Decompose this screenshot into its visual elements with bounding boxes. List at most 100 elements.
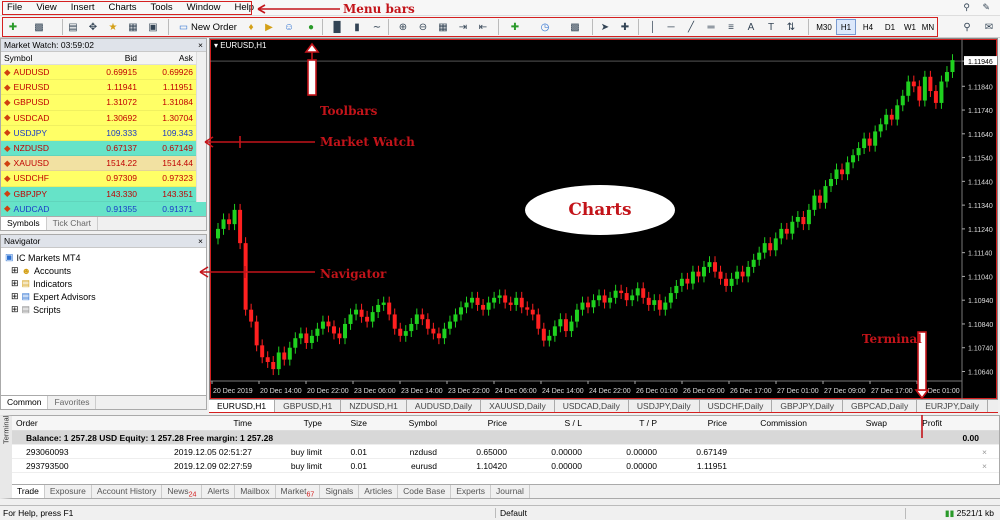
market-icon[interactable]: ● bbox=[304, 20, 318, 34]
market-watch-row[interactable]: ◆ USDCAD 1.30692 1.30704 bbox=[1, 110, 206, 126]
terminal-column[interactable]: Time bbox=[152, 418, 252, 428]
expand-icon[interactable]: ⊞ bbox=[11, 265, 19, 276]
tester-icon[interactable]: ▣ bbox=[146, 20, 160, 34]
market-watch-row[interactable]: ◆ NZDUSD 0.67137 0.67149 bbox=[1, 140, 206, 157]
chart-tab[interactable]: GBPJPY,Daily bbox=[772, 400, 844, 412]
navigator-root[interactable]: ▣ IC Markets MT4 bbox=[5, 251, 202, 264]
chart-tab[interactable]: GBPCAD,Daily bbox=[843, 400, 918, 412]
order-row[interactable]: 293060093 2019.12.05 02:51:27 buy limit 0.0… bbox=[12, 445, 999, 459]
vertical-line-icon[interactable]: │ bbox=[646, 20, 660, 34]
zoom-in-icon[interactable]: ⊕ bbox=[396, 20, 410, 34]
column-symbol[interactable]: Symbol bbox=[1, 53, 81, 63]
terminal-column[interactable]: Size bbox=[322, 418, 367, 428]
terminal-tab[interactable]: Mailbox bbox=[235, 485, 276, 498]
horizontal-line-icon[interactable]: ─ bbox=[664, 20, 678, 34]
search-icon[interactable]: ⚲ bbox=[960, 20, 974, 34]
terminal-tab[interactable]: Alerts bbox=[202, 485, 236, 498]
chart-tab[interactable]: XAUUSD,Daily bbox=[481, 400, 555, 412]
terminal-tab[interactable]: Market67 bbox=[276, 485, 321, 499]
market-watch-scrollbar[interactable] bbox=[196, 52, 206, 202]
terminal-tab[interactable]: Experts bbox=[451, 485, 492, 498]
message-icon[interactable]: ✉ bbox=[982, 20, 996, 34]
expand-icon[interactable]: ⊞ bbox=[11, 304, 19, 315]
column-ask[interactable]: Ask bbox=[137, 53, 193, 63]
terminal-tab[interactable]: Exposure bbox=[45, 485, 92, 498]
terminal-tab[interactable]: Journal bbox=[491, 485, 530, 498]
bar-chart-icon[interactable]: █ bbox=[330, 20, 344, 34]
chart-tab[interactable]: GBPUSD,H1 bbox=[275, 400, 342, 412]
terminal-tab[interactable]: Signals bbox=[320, 485, 360, 498]
timeframe-mn[interactable]: MN bbox=[918, 19, 938, 35]
chart-tab[interactable]: USDCHF,Daily bbox=[700, 400, 773, 412]
terminal-column[interactable]: Swap bbox=[807, 418, 887, 428]
cursor-icon[interactable]: ➤ bbox=[598, 20, 612, 34]
profiles-icon[interactable]: ▩ bbox=[32, 20, 46, 34]
candlestick-icon[interactable]: ▮ bbox=[350, 20, 364, 34]
column-bid[interactable]: Bid bbox=[81, 53, 137, 63]
chart-tab[interactable]: EURJPY,Daily bbox=[917, 400, 988, 412]
expand-icon[interactable]: ⊞ bbox=[11, 278, 19, 289]
terminal-column[interactable]: Order bbox=[12, 418, 152, 428]
meta-editor-icon[interactable]: ♦ bbox=[244, 20, 258, 34]
timeframe-h4[interactable]: H4 bbox=[858, 19, 878, 35]
chart-tab[interactable]: AUDUSD,Daily bbox=[407, 400, 482, 412]
terminal-column[interactable]: Type bbox=[252, 418, 322, 428]
chart-tab[interactable]: NZDUSD,H1 bbox=[341, 400, 407, 412]
tab-tick-chart[interactable]: Tick Chart bbox=[47, 217, 99, 230]
search-icon[interactable]: ⚲ bbox=[963, 2, 970, 13]
terminal-column[interactable]: Price bbox=[437, 418, 507, 428]
terminal-tab[interactable]: News24 bbox=[162, 485, 203, 499]
arrows-icon[interactable]: ⇅ bbox=[784, 20, 798, 34]
order-row[interactable]: 293793500 2019.12.09 02:27:59 buy limit 0.0… bbox=[12, 459, 999, 473]
market-watch-row[interactable]: ◆ USDCHF 0.97309 0.97323 bbox=[1, 171, 206, 187]
trendline-icon[interactable]: ╱ bbox=[684, 20, 698, 34]
chart-tab[interactable]: EURUSD,H1 bbox=[209, 400, 276, 412]
market-watch-row[interactable]: ◆ AUDUSD 0.69915 0.69926 bbox=[1, 65, 206, 81]
navigator-item-accounts[interactable]: ⊞ ☻ Accounts bbox=[5, 264, 202, 277]
tab-favorites[interactable]: Favorites bbox=[48, 396, 97, 409]
chart-tab[interactable]: USDCAD,Daily bbox=[555, 400, 629, 412]
terminal-tab[interactable]: Trade bbox=[12, 485, 45, 498]
chat-icon[interactable]: ✎ bbox=[982, 2, 990, 13]
navigator-item-indicators[interactable]: ⊞ ▤ Indicators bbox=[5, 277, 202, 290]
terminal-column[interactable]: Symbol bbox=[367, 418, 437, 428]
terminal-icon[interactable]: ▦ bbox=[126, 20, 140, 34]
terminal-tab[interactable]: Code Base bbox=[398, 485, 452, 498]
terminal-column[interactable]: S / L bbox=[507, 418, 582, 428]
terminal-tab[interactable]: Articles bbox=[359, 485, 399, 498]
timeframe-m30[interactable]: M30 bbox=[814, 19, 834, 35]
signals-icon[interactable]: ☺ bbox=[282, 20, 296, 34]
market-watch-row[interactable]: ◆ EURUSD 1.11941 1.11951 bbox=[1, 80, 206, 96]
new-order-button[interactable]: ▭ New Order bbox=[176, 19, 240, 35]
market-watch-row[interactable]: ◆ AUDCAD 0.91355 0.91371 bbox=[1, 201, 206, 217]
label-tool-icon[interactable]: T bbox=[764, 20, 778, 34]
market-watch-row[interactable]: ◆ GBPUSD 1.31072 1.31084 bbox=[1, 95, 206, 111]
timeframe-d1[interactable]: D1 bbox=[880, 19, 900, 35]
navigator-item-scripts[interactable]: ⊞ ▤ Scripts bbox=[5, 303, 202, 316]
timeframe-w1[interactable]: W1 bbox=[900, 19, 920, 35]
templates-icon[interactable]: ▩ bbox=[568, 20, 582, 34]
terminal-column[interactable]: Price bbox=[657, 418, 727, 428]
market-watch-row[interactable]: ◆ USDJPY 109.333 109.343 bbox=[1, 125, 206, 141]
close-order-icon[interactable]: × bbox=[982, 461, 999, 471]
auto-scroll-icon[interactable]: ⇥ bbox=[456, 20, 470, 34]
tile-windows-icon[interactable]: ▦ bbox=[436, 20, 450, 34]
new-chart-icon[interactable]: ✚ bbox=[6, 20, 20, 34]
tab-common[interactable]: Common bbox=[1, 396, 49, 409]
indicators-icon[interactable]: ✚ bbox=[508, 20, 522, 34]
navigator-item-expert-advisors[interactable]: ⊞ ▤ Expert Advisors bbox=[5, 290, 202, 303]
line-chart-icon[interactable]: ∼ bbox=[370, 20, 384, 34]
autotrading-icon[interactable]: ▶ bbox=[262, 20, 276, 34]
close-icon[interactable]: × bbox=[198, 236, 206, 246]
expand-icon[interactable]: ⊞ bbox=[11, 291, 19, 302]
terminal-column[interactable]: T / P bbox=[582, 418, 657, 428]
terminal-column[interactable]: Commission bbox=[727, 418, 807, 428]
periods-icon[interactable]: ◷ bbox=[538, 20, 552, 34]
terminal-tab[interactable]: Account History bbox=[92, 485, 163, 498]
fibonacci-icon[interactable]: ≡ bbox=[724, 20, 738, 34]
chart-tab[interactable]: USDJPY,Daily bbox=[629, 400, 700, 412]
chart-shift-icon[interactable]: ⇤ bbox=[476, 20, 490, 34]
market-watch-row[interactable]: ◆ XAUUSD 1514.22 1514.44 bbox=[1, 156, 206, 172]
tab-symbols[interactable]: Symbols bbox=[1, 217, 47, 230]
close-order-icon[interactable]: × bbox=[982, 447, 999, 457]
